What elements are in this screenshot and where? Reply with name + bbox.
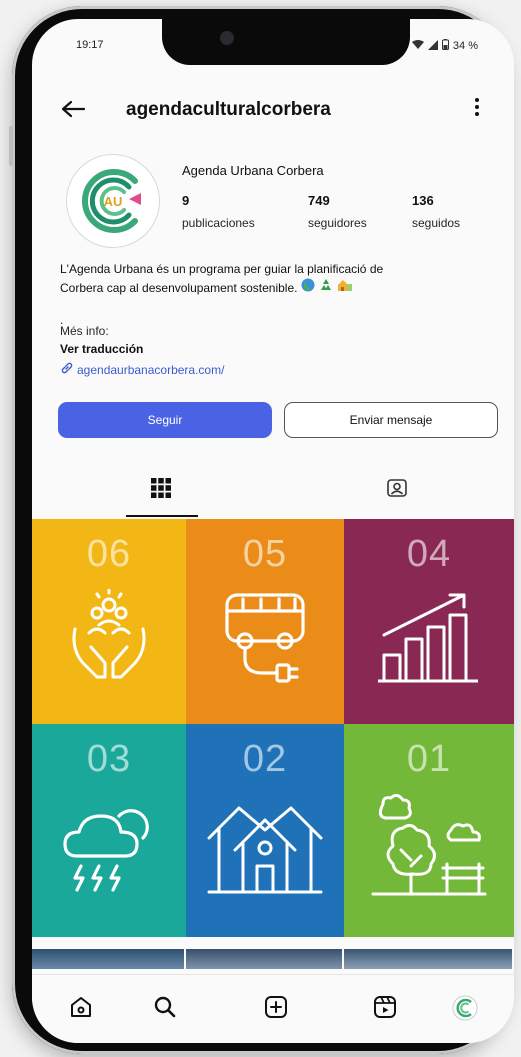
username: agendaculturalcorbera (126, 99, 331, 120)
bio-line-wrap: Corbera cap al desenvolupament sostenibl… (60, 278, 500, 297)
see-translation-link[interactable]: Ver traducción (60, 342, 143, 356)
community-hands-icon (72, 589, 146, 679)
link-icon (60, 361, 74, 378)
more-info-label: Més info: (60, 324, 109, 338)
post-tile[interactable]: 05 (186, 519, 344, 724)
send-message-button[interactable]: Enviar mensaje (284, 402, 498, 438)
post-tile[interactable]: 04 (344, 519, 514, 724)
stat-following-label: seguidos (412, 216, 461, 230)
camera (220, 31, 234, 45)
post-number: 05 (242, 533, 288, 575)
posts-grid: 06 05 04 03 02 01 (32, 519, 514, 937)
storm-cloud-icon (63, 809, 149, 892)
back-arrow-icon[interactable] (60, 97, 86, 123)
grid-tab-icon[interactable] (150, 477, 172, 504)
globe-emoji-icon (301, 278, 315, 297)
house-emoji-icon (337, 278, 353, 297)
profile-link-text: agendaurbanacorbera.com/ (77, 362, 225, 377)
stat-followers[interactable]: 749 seguidores (308, 193, 367, 230)
search-icon[interactable] (153, 995, 179, 1021)
side-button (9, 126, 13, 166)
housing-icon (207, 806, 323, 894)
stat-posts-count: 9 (182, 193, 190, 208)
new-post-icon[interactable] (264, 995, 290, 1021)
status-icons: 34 % (411, 39, 478, 53)
follow-button[interactable]: Seguir (58, 402, 272, 438)
profile-link[interactable]: agendaurbanacorbera.com/ (60, 361, 224, 378)
post-number: 02 (242, 738, 288, 780)
profile-avatar-icon[interactable] (452, 995, 478, 1021)
screen: 19:17 34 % agendaculturalcorbera AU Agen… (32, 19, 514, 1043)
battery-icon (441, 39, 449, 53)
stat-posts[interactable]: 9 publicaciones (182, 193, 255, 230)
stat-posts-label: publicaciones (182, 216, 255, 230)
posts-grid-row-partial (32, 949, 514, 969)
post-tile[interactable] (32, 949, 186, 969)
wifi-icon (411, 39, 424, 53)
post-number: 06 (86, 533, 132, 575)
active-tab-indicator (126, 515, 198, 517)
post-tile[interactable]: 03 (32, 724, 186, 937)
profile-tabs (32, 465, 514, 517)
post-number: 01 (406, 738, 452, 780)
profile-bio: L'Agenda Urbana és un programa per guiar… (60, 260, 500, 297)
status-time: 19:17 (76, 39, 104, 51)
profile-stats: 9 publicaciones 749 seguidores 136 segui… (182, 193, 492, 237)
avatar-text: AU (104, 194, 123, 209)
post-tile[interactable] (186, 949, 344, 969)
more-options-icon[interactable] (474, 97, 480, 123)
stat-following-count: 136 (412, 193, 434, 208)
electric-bus-icon (225, 593, 305, 683)
battery-level: 34 % (452, 40, 478, 52)
recycle-emoji-icon (319, 278, 333, 297)
reels-icon[interactable] (373, 995, 399, 1021)
stat-following[interactable]: 136 seguidos (412, 193, 460, 230)
post-number: 04 (406, 533, 452, 575)
bottom-nav (32, 974, 514, 1043)
stat-followers-count: 749 (308, 193, 330, 208)
home-icon[interactable] (69, 995, 95, 1021)
tagged-tab-icon[interactable] (386, 477, 408, 504)
au-logo-icon: AU (70, 158, 156, 244)
stat-followers-label: seguidores (308, 216, 367, 230)
notch (162, 19, 410, 65)
growth-chart-icon (378, 593, 478, 683)
post-tile[interactable]: 06 (32, 519, 186, 724)
bio-line: L'Agenda Urbana és un programa per guiar… (60, 262, 384, 276)
post-number: 03 (86, 738, 132, 780)
signal-icon (427, 39, 438, 53)
post-tile[interactable] (344, 949, 514, 969)
profile-name: Agenda Urbana Corbera (182, 163, 324, 178)
profile-header: agendaculturalcorbera (32, 91, 514, 131)
trees-park-icon (371, 794, 487, 896)
bio-line: Corbera cap al desenvolupament sostenibl… (60, 280, 298, 295)
post-tile[interactable]: 01 (344, 724, 514, 937)
post-tile[interactable]: 02 (186, 724, 344, 937)
avatar[interactable]: AU (66, 154, 160, 248)
